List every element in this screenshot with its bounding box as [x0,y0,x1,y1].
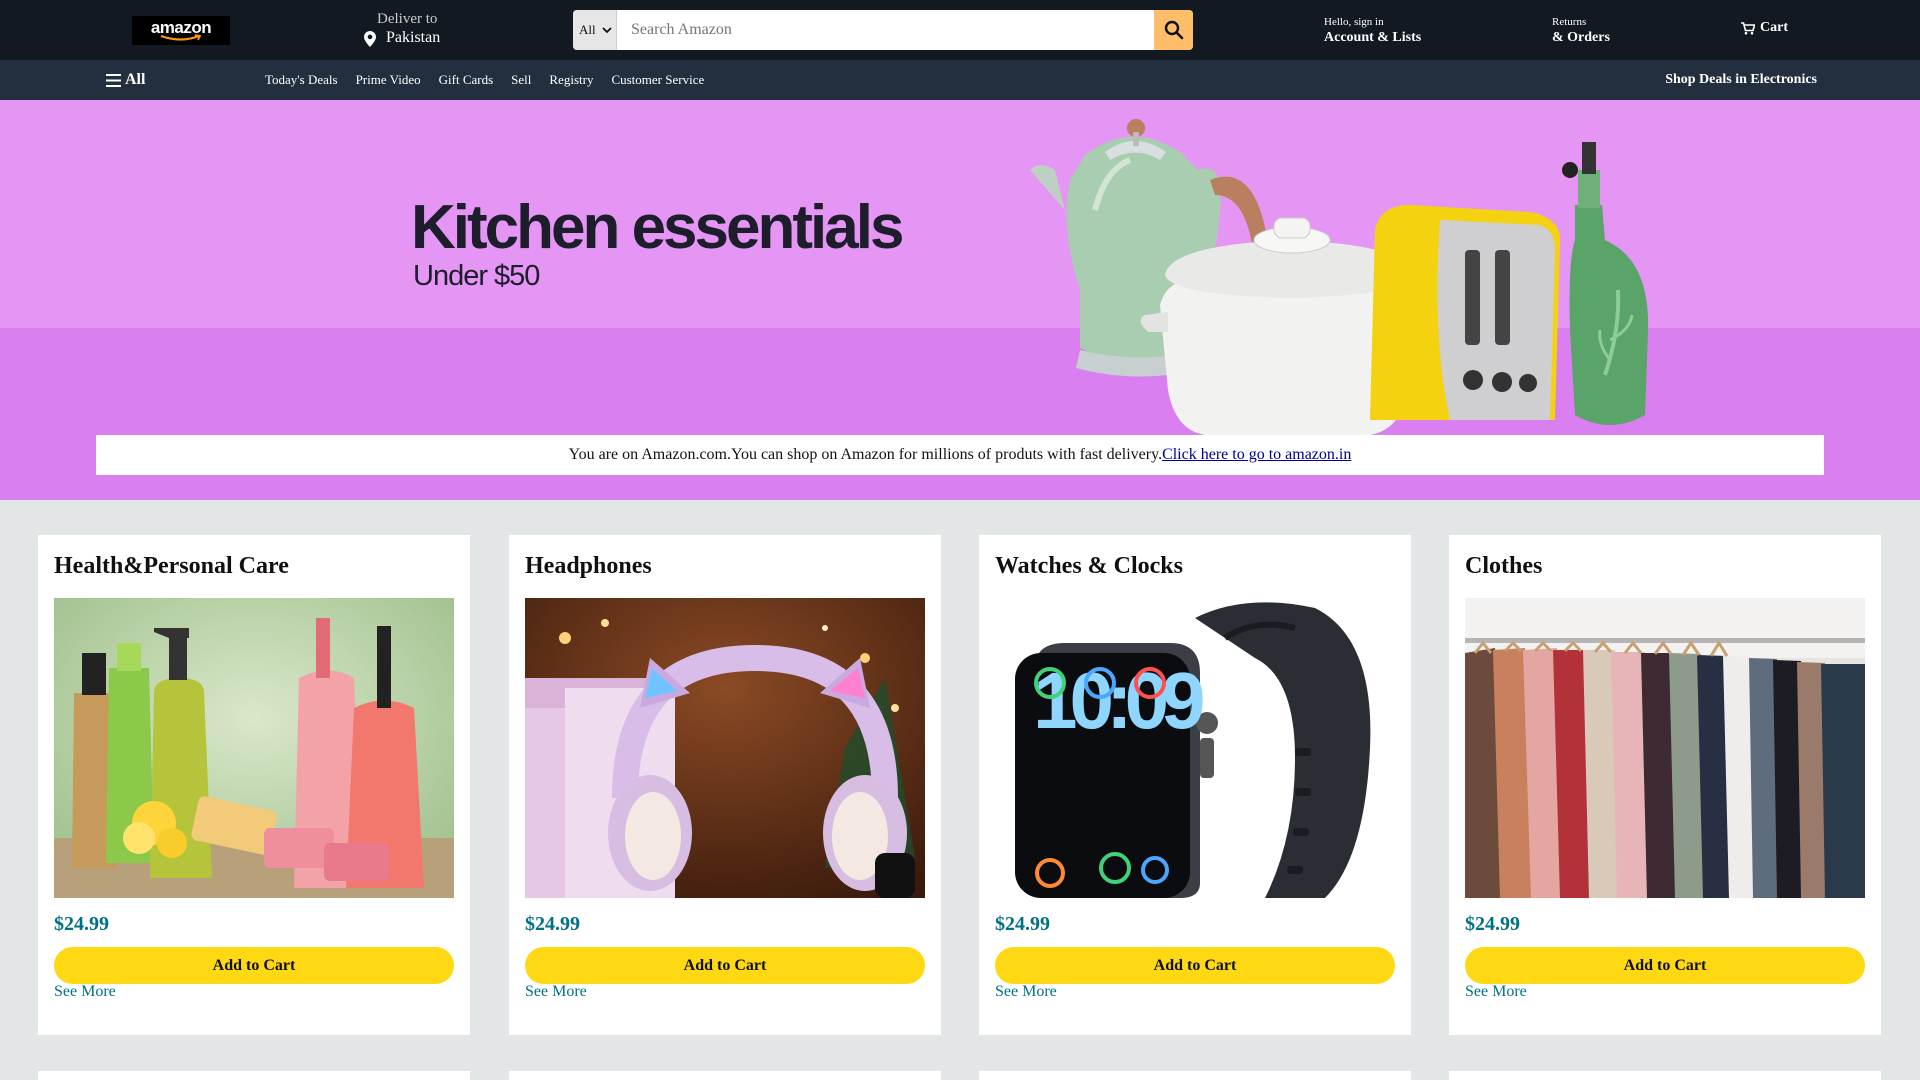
location-pin-icon [364,31,376,47]
region-notice-text: You are on Amazon.com.You can shop on Am… [568,446,1163,463]
nav-link-registry[interactable]: Registry [549,72,593,88]
see-more-link[interactable]: See More [525,983,587,1001]
personal-care-bottles-image [54,598,454,898]
region-notice: You are on Amazon.com.You can shop on Am… [96,435,1824,475]
product-card [979,1071,1411,1080]
search-category-select[interactable]: All [573,10,617,50]
see-more-link[interactable]: See More [1465,983,1527,1001]
kitchen-products-image [1030,119,1649,435]
shop-deals-electronics-link[interactable]: Shop Deals in Electronics [1665,72,1817,88]
card-price: $24.99 [1465,913,1520,935]
all-menu-label: All [125,71,146,88]
card-price: $24.99 [995,913,1050,935]
card-title: Health&Personal Care [54,553,289,579]
product-card [509,1071,941,1080]
cat-ear-headphones-image [525,598,925,898]
subnav-links: Today's Deals Prime Video Gift Cards Sel… [265,72,722,88]
card-title: Watches & Clocks [995,553,1183,579]
hero-subtitle: Under $50 [413,260,540,292]
add-to-cart-button[interactable]: Add to Cart [525,947,925,984]
account-lists[interactable]: Hello, sign in Account & Lists [1324,16,1421,46]
see-more-link[interactable]: See More [995,983,1057,1001]
nav-link-gift-cards[interactable]: Gift Cards [439,72,494,88]
search-input[interactable] [617,10,1147,50]
returns-orders[interactable]: Returns & Orders [1552,16,1610,46]
deliver-to[interactable]: Deliver to Pakistan [364,11,474,49]
product-card [38,1071,470,1080]
hero-title: Kitchen essentials [411,193,904,262]
nav-link-todays-deals[interactable]: Today's Deals [265,72,338,88]
go-to-amazon-in-link[interactable]: Click here to go to amazon.in [1162,446,1351,464]
amazon-logo[interactable]: amazon [132,16,230,45]
top-nav: amazon Deliver to Pakistan All Hello, si [0,0,1920,60]
toaster-icon [1370,205,1560,420]
card-image[interactable] [1465,598,1865,898]
all-menu-button[interactable]: All [106,71,145,89]
account-greeting: Hello, sign in [1324,16,1384,28]
svg-text:10:09: 10:09 [1033,656,1203,745]
add-to-cart-button[interactable]: Add to Cart [1465,947,1865,984]
product-card: Health&Personal Care $24.99 Add to Cart … [38,535,470,1035]
sub-nav: All Today's Deals Prime Video Gift Cards… [0,60,1920,100]
search-bar: All [573,10,1193,50]
hero-banner[interactable]: Kitchen essentials Under $50 You are on … [0,100,1920,500]
card-image[interactable] [54,598,454,898]
cart-icon [1741,21,1755,34]
product-card: Watches & Clocks 10:09 $24.99 Add to Car… [979,535,1411,1035]
orders-label: & Orders [1552,30,1610,45]
add-to-cart-button[interactable]: Add to Cart [995,947,1395,984]
product-card: Clothes $24.99 Add to Cart See More [1449,535,1881,1035]
deliver-location: Pakistan [386,29,441,46]
nav-link-prime-video[interactable]: Prime Video [356,72,421,88]
card-image[interactable] [525,598,925,898]
hamburger-menu-icon [106,73,121,87]
deliver-to-label: Deliver to [377,11,438,27]
account-label: Account & Lists [1324,30,1422,45]
clothing-rack-image [1465,598,1865,898]
card-title: Headphones [525,553,652,579]
product-card [1449,1071,1881,1080]
smartwatch-image: 10:09 [995,598,1395,898]
cart-label: Cart [1760,20,1788,35]
card-price: $24.99 [54,913,109,935]
chevron-down-icon [601,26,612,33]
search-icon [1164,20,1183,40]
see-more-link[interactable]: See More [54,983,116,1001]
returns-label: Returns [1552,16,1587,28]
card-price: $24.99 [525,913,580,935]
product-card: Headphones $24.99 Add to Cart See More [509,535,941,1035]
search-category-value: All [579,22,596,37]
oil-bottle-icon [1562,142,1649,425]
cart-button[interactable]: Cart [1741,20,1788,36]
search-button[interactable] [1154,10,1193,50]
nav-link-sell[interactable]: Sell [511,72,531,88]
card-image[interactable]: 10:09 [995,598,1395,898]
add-to-cart-button[interactable]: Add to Cart [54,947,454,984]
card-title: Clothes [1465,553,1543,579]
nav-link-customer-service[interactable]: Customer Service [611,72,704,88]
logo-smile-icon [160,33,202,41]
